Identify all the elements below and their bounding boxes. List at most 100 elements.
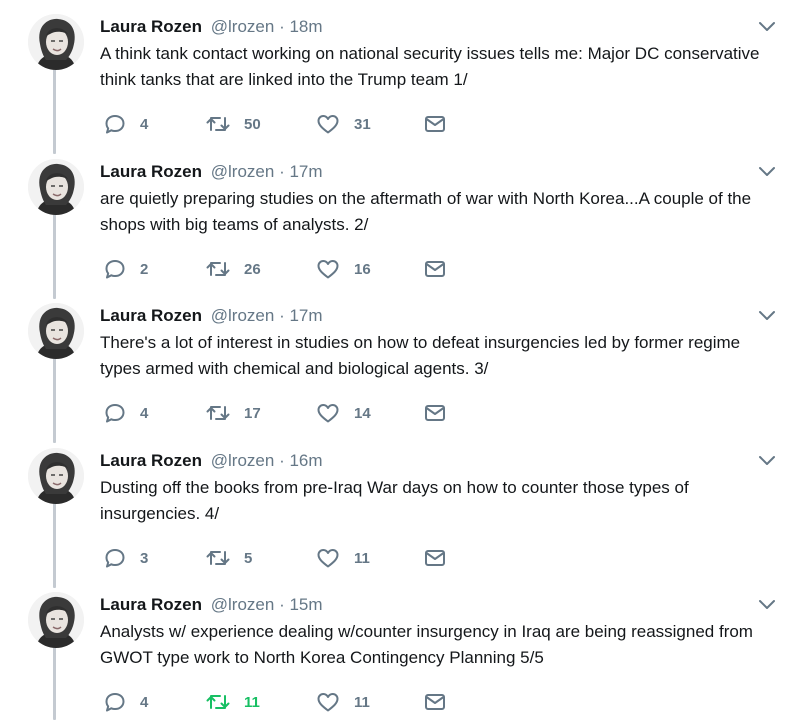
author-handle[interactable]: @lrozen (211, 162, 275, 181)
reply-icon (105, 549, 125, 568)
tweet-header: Laura Rozen @lrozen · 15m (100, 594, 323, 616)
tweet-actions: 4 17 14 (104, 401, 464, 425)
tweet[interactable]: Laura Rozen @lrozen · 18m A think tank c… (0, 0, 802, 154)
thread-connector (53, 642, 56, 720)
tweet-header: Laura Rozen @lrozen · 18m (100, 16, 323, 38)
author-name[interactable]: Laura Rozen (100, 451, 202, 470)
timestamp[interactable]: 17m (289, 306, 322, 325)
tweet-header: Laura Rozen @lrozen · 16m (100, 450, 323, 472)
reply-icon (105, 693, 125, 712)
author-name[interactable]: Laura Rozen (100, 162, 202, 181)
tweet-text: are quietly preparing studies on the aft… (100, 189, 752, 234)
tweet[interactable]: Laura Rozen @lrozen · 15m Analysts w/ ex… (0, 578, 802, 723)
chevron-down-icon (759, 456, 775, 465)
tweet-header: Laura Rozen @lrozen · 17m (100, 305, 323, 327)
tweet-text: Dusting off the books from pre-Iraq War … (100, 478, 689, 523)
direct-message-button[interactable] (424, 112, 446, 136)
retweet-button[interactable]: 5 (206, 546, 252, 570)
retweet-icon (206, 551, 230, 565)
tweet-actions: 3 5 11 (104, 546, 464, 570)
reply-icon (105, 115, 125, 134)
like-count: 11 (354, 693, 370, 711)
retweet-icon (206, 262, 230, 276)
like-button[interactable]: 16 (316, 257, 371, 281)
thread-connector (53, 498, 56, 588)
avatar[interactable] (28, 448, 84, 504)
avatar-portrait-icon (28, 159, 84, 215)
separator-dot: · (279, 17, 285, 36)
more-options-button[interactable] (758, 598, 776, 612)
retweet-icon (206, 406, 230, 420)
author-handle[interactable]: @lrozen (211, 306, 275, 325)
timestamp[interactable]: 16m (289, 451, 322, 470)
tweet[interactable]: Laura Rozen @lrozen · 17m There's a lot … (0, 289, 802, 443)
direct-message-button[interactable] (424, 257, 446, 281)
reply-icon (105, 404, 125, 423)
separator-dot: · (279, 451, 285, 470)
reply-button[interactable]: 4 (104, 401, 148, 425)
retweet-button[interactable]: 50 (206, 112, 261, 136)
heart-icon (317, 693, 339, 712)
author-name[interactable]: Laura Rozen (100, 595, 202, 614)
tweet-actions: 4 50 31 (104, 112, 464, 136)
reply-count: 4 (140, 404, 149, 422)
author-handle[interactable]: @lrozen (211, 451, 275, 470)
like-button[interactable]: 14 (316, 401, 371, 425)
avatar[interactable] (28, 159, 84, 215)
author-name[interactable]: Laura Rozen (100, 306, 202, 325)
direct-message-button[interactable] (424, 401, 446, 425)
direct-message-button[interactable] (424, 546, 446, 570)
like-button[interactable]: 11 (316, 690, 370, 714)
avatar-portrait-icon (28, 14, 84, 70)
heart-icon (317, 404, 339, 423)
chevron-down-icon (759, 167, 775, 176)
envelope-icon (425, 261, 445, 277)
reply-button[interactable]: 4 (104, 690, 148, 714)
timestamp[interactable]: 15m (289, 595, 322, 614)
retweet-button[interactable]: 26 (206, 257, 261, 281)
avatar[interactable] (28, 303, 84, 359)
like-count: 31 (354, 115, 371, 133)
avatar-portrait-icon (28, 448, 84, 504)
chevron-down-icon (759, 22, 775, 31)
chevron-down-icon (759, 600, 775, 609)
retweet-button[interactable]: 11 (206, 690, 260, 714)
reply-button[interactable]: 2 (104, 257, 148, 281)
tweet[interactable]: Laura Rozen @lrozen · 17m are quietly pr… (0, 145, 802, 299)
direct-message-button[interactable] (424, 690, 446, 714)
envelope-icon (425, 694, 445, 710)
tweet-thread: Laura Rozen @lrozen · 18m A think tank c… (0, 0, 802, 722)
tweet-actions: 4 11 11 (104, 690, 464, 714)
avatar-portrait-icon (28, 592, 84, 648)
heart-icon (317, 260, 339, 279)
tweet-header: Laura Rozen @lrozen · 17m (100, 161, 323, 183)
timestamp[interactable]: 17m (289, 162, 322, 181)
like-button[interactable]: 31 (316, 112, 371, 136)
more-options-button[interactable] (758, 165, 776, 179)
reply-button[interactable]: 3 (104, 546, 148, 570)
timestamp[interactable]: 18m (289, 17, 322, 36)
heart-icon (317, 115, 339, 134)
retweet-count: 26 (244, 260, 261, 278)
reply-icon (105, 260, 125, 279)
reply-button[interactable]: 4 (104, 112, 148, 136)
author-handle[interactable]: @lrozen (211, 595, 275, 614)
like-count: 11 (354, 549, 370, 567)
avatar[interactable] (28, 592, 84, 648)
more-options-button[interactable] (758, 309, 776, 323)
more-options-button[interactable] (758, 454, 776, 468)
author-name[interactable]: Laura Rozen (100, 17, 202, 36)
like-count: 16 (354, 260, 371, 278)
more-options-button[interactable] (758, 20, 776, 34)
like-count: 14 (354, 404, 371, 422)
retweet-button[interactable]: 17 (206, 401, 261, 425)
thread-connector (53, 64, 56, 154)
like-button[interactable]: 11 (316, 546, 370, 570)
avatar[interactable] (28, 14, 84, 70)
thread-connector (53, 353, 56, 443)
author-handle[interactable]: @lrozen (211, 17, 275, 36)
tweet-text: Analysts w/ experience dealing w/counter… (100, 622, 753, 667)
tweet-text: A think tank contact working on national… (100, 44, 760, 89)
separator-dot: · (279, 595, 285, 614)
tweet[interactable]: Laura Rozen @lrozen · 16m Dusting off th… (0, 434, 802, 588)
